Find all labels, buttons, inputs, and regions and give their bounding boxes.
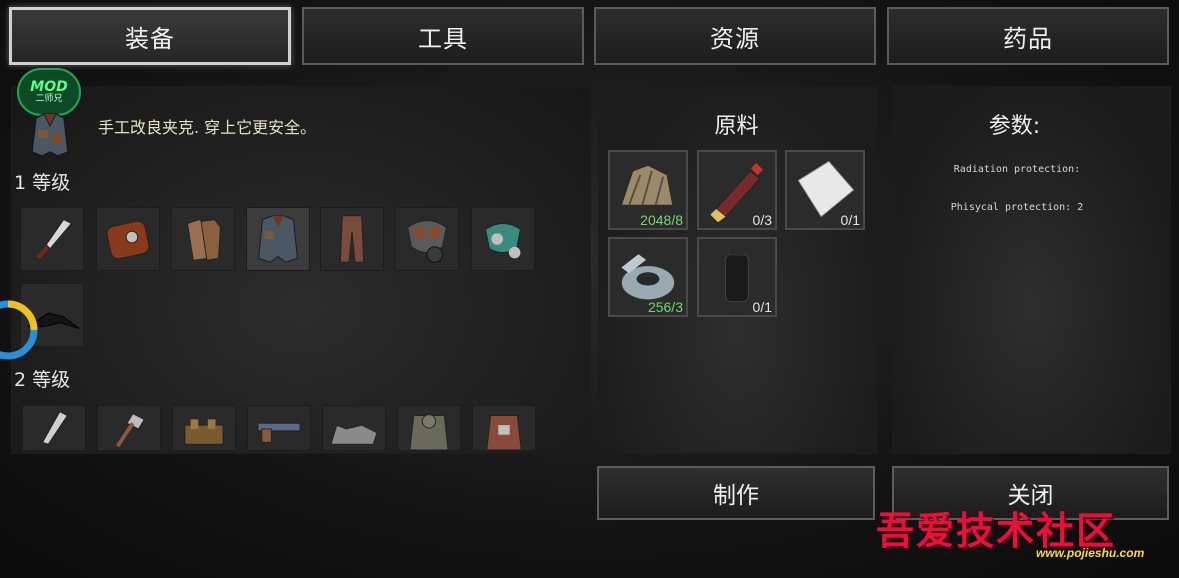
material-count: 0/3: [752, 212, 772, 228]
armor-icon: [409, 414, 449, 450]
recipe-axe[interactable]: [97, 405, 161, 451]
material-count: 256/3: [647, 299, 683, 315]
param-physical: Phisycal protection: 2: [950, 202, 1084, 213]
tab-resources[interactable]: 资源: [594, 7, 876, 65]
belt-icon: [184, 419, 224, 445]
recipe-vest[interactable]: [472, 405, 536, 451]
craft-progress-ring: [0, 300, 38, 360]
level-2-label: 2 等级: [14, 369, 71, 391]
recipe-backpack[interactable]: [96, 207, 160, 271]
recipe-wolf[interactable]: [322, 405, 386, 451]
parameters-panel: [892, 86, 1171, 454]
recipe-knife[interactable]: [20, 207, 84, 271]
tab-medicine[interactable]: 药品: [887, 7, 1169, 65]
param-radiation: Radiation protection:: [953, 164, 1081, 175]
knife-icon: [33, 219, 73, 261]
material-slot-duct-tape[interactable]: 256/3: [608, 237, 688, 317]
material-slot-paper[interactable]: 0/1: [785, 150, 865, 230]
jacket-icon: [258, 215, 298, 263]
axe-icon: [115, 413, 145, 448]
material-count: 0/1: [752, 299, 772, 315]
params-title: 参数:: [988, 114, 1041, 139]
backpack-icon: [106, 220, 150, 260]
level-1-label: 1 等级: [14, 172, 71, 194]
pants-icon: [339, 215, 365, 263]
wolf-icon: [330, 424, 378, 445]
selected-item-preview-icon: [28, 112, 72, 160]
gloves-icon: [186, 219, 221, 261]
blade-icon: [41, 411, 69, 445]
tab-tools[interactable]: 工具: [302, 7, 584, 65]
watermark-url: www.pojieshu.com: [1036, 546, 1145, 560]
vest-icon: [486, 415, 522, 450]
mod-badge-sublabel: 二师兄: [35, 93, 63, 104]
recipe-jacket[interactable]: [246, 207, 310, 271]
respirator-icon: [485, 223, 521, 259]
recipe-respirator[interactable]: [471, 207, 535, 271]
watermark-logo: 吾爱技术社区 www.pojieshu.com: [876, 500, 1176, 574]
item-description: 手工改良夹克. 穿上它更安全。: [98, 118, 317, 137]
recipe-pistol[interactable]: [247, 405, 311, 451]
material-slot-rags[interactable]: 2048/8: [608, 150, 688, 230]
recipe-gloves[interactable]: [171, 207, 235, 271]
tab-equipment[interactable]: 装备: [9, 7, 291, 65]
recipe-armor[interactable]: [397, 405, 461, 451]
material-slot-canister[interactable]: 0/1: [697, 237, 777, 317]
material-count: 2048/8: [640, 212, 683, 228]
recipe-gas-mask[interactable]: [395, 207, 459, 271]
material-slot-glue[interactable]: 0/3: [697, 150, 777, 230]
mod-badge-label: MOD: [30, 78, 68, 95]
craft-button[interactable]: 制作: [597, 466, 875, 520]
pistol-icon: [257, 422, 301, 443]
mod-badge: MOD 二师兄: [17, 68, 81, 116]
recipe-belt[interactable]: [172, 405, 236, 451]
recipe-blade[interactable]: [22, 405, 86, 451]
material-count: 0/1: [840, 212, 860, 228]
gas-mask-icon: [407, 220, 447, 263]
recipe-pants[interactable]: [320, 207, 384, 271]
materials-title: 原料: [714, 114, 759, 139]
